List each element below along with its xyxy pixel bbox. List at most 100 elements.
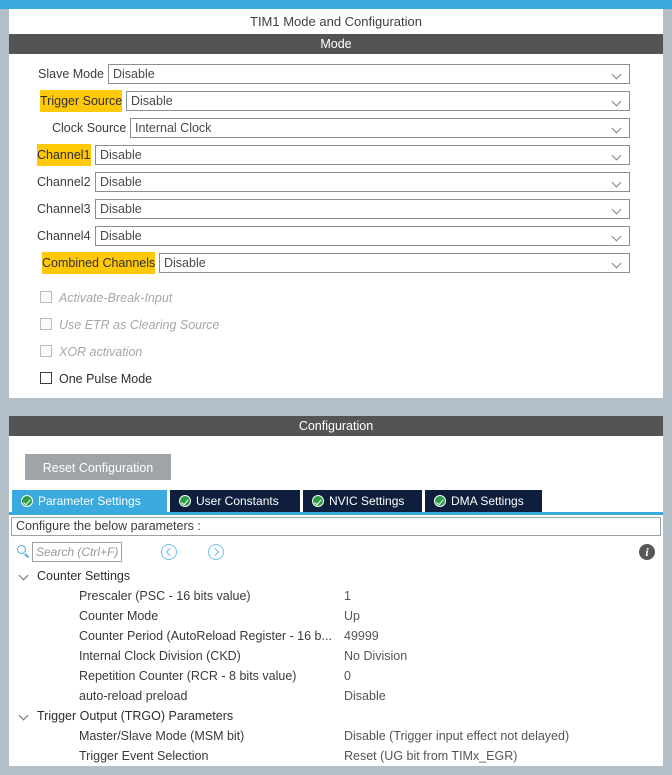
tab-label: Parameter Settings bbox=[38, 494, 141, 508]
parameter-row[interactable]: auto-reload preload Disable bbox=[9, 686, 663, 706]
tab-underline bbox=[9, 512, 663, 515]
search-prev-button[interactable] bbox=[161, 544, 177, 560]
mode-dropdown-value: Disable bbox=[100, 175, 142, 189]
search-row: i bbox=[9, 540, 663, 564]
mode-dropdown[interactable]: Disable bbox=[95, 226, 630, 246]
chevron-down-icon bbox=[613, 206, 622, 215]
parameter-row[interactable]: Repetition Counter (RCR - 8 bits value) 0 bbox=[9, 666, 663, 686]
mode-row: Channel1 Disable bbox=[9, 144, 663, 166]
parameter-group-row[interactable]: Counter Settings bbox=[9, 566, 663, 586]
parameter-name: Trigger Event Selection bbox=[79, 749, 209, 763]
mode-row: Combined Channels Disable bbox=[9, 252, 663, 274]
parameter-name: Counter Mode bbox=[79, 609, 159, 623]
parameter-value[interactable]: No Division bbox=[344, 646, 407, 666]
tab-nvic-settings[interactable]: NVIC Settings bbox=[303, 490, 422, 512]
tab-label: DMA Settings bbox=[451, 494, 524, 508]
chevron-down-icon[interactable] bbox=[20, 712, 29, 721]
mode-label: Channel2 bbox=[37, 175, 91, 189]
mode-dropdown-value: Internal Clock bbox=[135, 121, 212, 135]
mode-label: Channel4 bbox=[37, 229, 91, 243]
search-icon bbox=[17, 545, 30, 558]
parameter-row[interactable]: Master/Slave Mode (MSM bit) Disable (Trig… bbox=[9, 726, 663, 746]
chevron-down-icon bbox=[613, 233, 622, 242]
checkbox-label: Activate-Break-Input bbox=[59, 291, 173, 305]
configure-parameters-bar: Configure the below parameters : bbox=[11, 517, 661, 536]
mode-dropdown[interactable]: Disable bbox=[95, 172, 630, 192]
check-circle-icon bbox=[434, 495, 446, 507]
mode-dropdown[interactable]: Disable bbox=[159, 253, 630, 273]
search-input[interactable] bbox=[32, 542, 122, 562]
parameter-name: Repetition Counter (RCR - 8 bits value) bbox=[79, 669, 297, 683]
mode-panel: TIM1 Mode and Configuration Mode Slave M… bbox=[9, 9, 663, 398]
settings-tabstrip: Parameter Settings User Constants NVIC Set… bbox=[9, 490, 663, 512]
checkbox bbox=[40, 291, 52, 303]
mode-row: Clock Source Internal Clock bbox=[9, 117, 663, 139]
mode-dropdown[interactable]: Internal Clock bbox=[130, 118, 630, 138]
info-icon[interactable]: i bbox=[639, 544, 655, 560]
chevron-down-icon bbox=[613, 98, 622, 107]
configure-parameters-label: Configure the below parameters : bbox=[16, 519, 201, 533]
mode-label: Channel1 bbox=[37, 144, 91, 166]
tab-label: User Constants bbox=[196, 494, 279, 508]
parameter-name: Master/Slave Mode (MSM bit) bbox=[79, 729, 245, 743]
mode-label: Channel3 bbox=[37, 202, 91, 216]
chevron-down-icon bbox=[613, 125, 622, 134]
configuration-section-header: Configuration bbox=[9, 416, 663, 436]
mode-row: Channel2 Disable bbox=[9, 171, 663, 193]
tab-user-constants[interactable]: User Constants bbox=[170, 490, 300, 512]
checkbox[interactable] bbox=[40, 372, 52, 384]
mode-dropdown[interactable]: Disable bbox=[108, 64, 630, 84]
checkbox-label: XOR activation bbox=[59, 345, 143, 359]
mode-dropdown[interactable]: Disable bbox=[95, 145, 630, 165]
check-circle-icon bbox=[21, 495, 33, 507]
parameter-row[interactable]: Counter Period (AutoReload Register - 16… bbox=[9, 626, 663, 646]
parameter-name: auto-reload preload bbox=[79, 689, 188, 703]
mode-dropdown[interactable]: Disable bbox=[95, 199, 630, 219]
chevron-down-icon bbox=[613, 152, 622, 161]
mode-row: Trigger Source Disable bbox=[9, 90, 663, 112]
search-next-button[interactable] bbox=[208, 544, 224, 560]
checkbox-label: One Pulse Mode bbox=[59, 372, 153, 386]
parameter-value[interactable]: Disable (Trigger input effect not delaye… bbox=[344, 726, 569, 746]
checkbox-label: Use ETR as Clearing Source bbox=[59, 318, 220, 332]
tab-dma-settings[interactable]: DMA Settings bbox=[425, 490, 542, 512]
mode-dropdown-value: Disable bbox=[100, 148, 142, 162]
mode-dropdown-value: Disable bbox=[113, 67, 155, 81]
parameter-row[interactable]: Internal Clock Division (CKD) No Division bbox=[9, 646, 663, 666]
check-circle-icon bbox=[312, 495, 324, 507]
chevron-down-icon bbox=[613, 179, 622, 188]
parameter-value[interactable]: 1 bbox=[344, 586, 351, 606]
parameter-row[interactable]: Trigger Event Selection Reset (UG bit fro… bbox=[9, 746, 663, 766]
mode-label: Combined Channels bbox=[42, 252, 156, 274]
window-accent-bar bbox=[0, 0, 672, 9]
reset-configuration-button[interactable]: Reset Configuration bbox=[25, 454, 171, 480]
tab-label: NVIC Settings bbox=[329, 494, 405, 508]
mode-label: Slave Mode bbox=[38, 67, 105, 81]
mode-label: Trigger Source bbox=[40, 90, 123, 112]
mode-dropdown-value: Disable bbox=[100, 229, 142, 243]
chevron-down-icon[interactable] bbox=[20, 572, 29, 581]
mode-dropdown-value: Disable bbox=[131, 94, 173, 108]
parameter-row[interactable]: Counter Mode Up bbox=[9, 606, 663, 626]
mode-dropdown[interactable]: Disable bbox=[126, 91, 630, 111]
mode-row: Channel4 Disable bbox=[9, 225, 663, 247]
parameter-value[interactable]: Up bbox=[344, 606, 360, 626]
parameter-row[interactable]: Prescaler (PSC - 16 bits value) 1 bbox=[9, 586, 663, 606]
parameter-tree: Counter Settings Prescaler (PSC - 16 bits… bbox=[9, 566, 663, 764]
parameter-name: Counter Period (AutoReload Register - 16… bbox=[79, 629, 332, 643]
mode-dropdown-value: Disable bbox=[100, 202, 142, 216]
chevron-down-icon bbox=[613, 260, 622, 269]
parameter-value[interactable]: Reset (UG bit from TIMx_EGR) bbox=[344, 746, 517, 766]
checkbox bbox=[40, 345, 52, 357]
tim1-configuration-window: TIM1 Mode and Configuration Mode Slave M… bbox=[0, 0, 672, 775]
chevron-down-icon bbox=[613, 71, 622, 80]
mode-label: Clock Source bbox=[52, 121, 127, 135]
parameter-name: Internal Clock Division (CKD) bbox=[79, 649, 241, 663]
tab-parameter-settings[interactable]: Parameter Settings bbox=[12, 490, 167, 512]
parameter-value[interactable]: Disable bbox=[344, 686, 386, 706]
parameter-value[interactable]: 0 bbox=[344, 666, 351, 686]
parameter-group-row[interactable]: Trigger Output (TRGO) Parameters bbox=[9, 706, 663, 726]
mode-row: Slave Mode Disable bbox=[9, 63, 663, 85]
page-title: TIM1 Mode and Configuration bbox=[9, 9, 663, 34]
parameter-value[interactable]: 49999 bbox=[344, 626, 379, 646]
